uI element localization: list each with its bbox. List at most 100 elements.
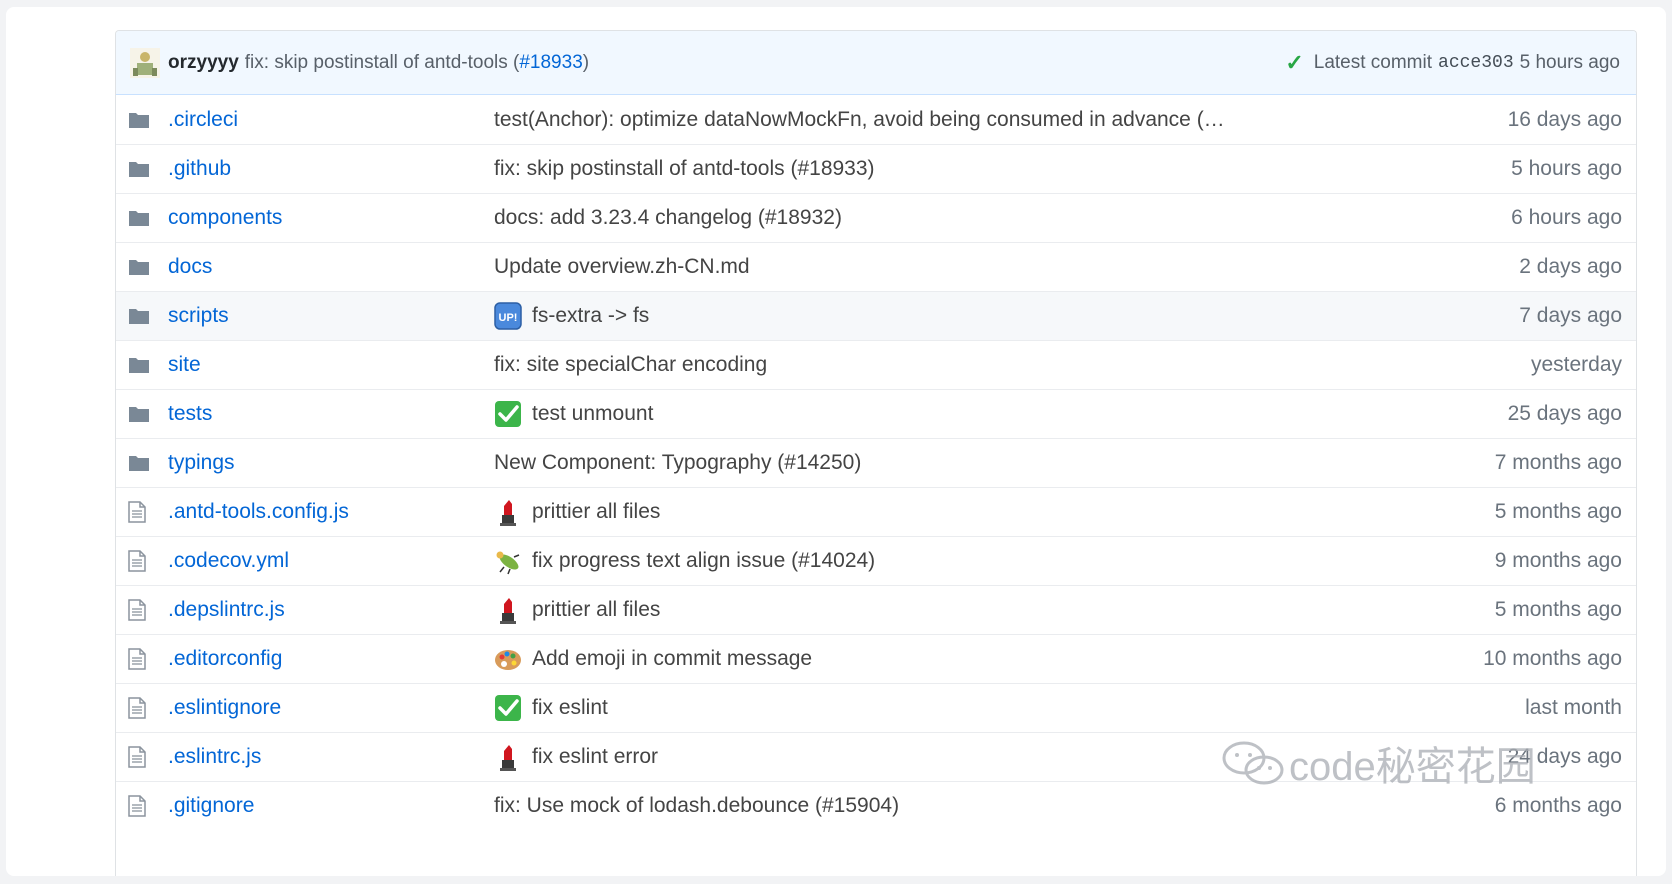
commit-message-text[interactable]: fix: Use mock of lodash.debounce (#15904… (494, 794, 899, 818)
commit-age: 5 hours ago (1511, 157, 1622, 180)
wechat-icon (1222, 741, 1284, 785)
file-name-link[interactable]: .gitignore (168, 794, 494, 818)
commit-age: 6 months ago (1494, 794, 1622, 817)
commit-message-text[interactable]: fix eslint error (532, 745, 658, 769)
commit-age: 5 months ago (1494, 500, 1622, 523)
file-name-link[interactable]: site (168, 353, 494, 377)
commit-message-link[interactable]: prittier all files (494, 596, 1362, 624)
commit-message-link[interactable]: test unmount (494, 400, 1362, 428)
commit-message-text[interactable]: docs: add 3.23.4 changelog (#18932) (494, 206, 842, 230)
author-avatar[interactable] (130, 47, 160, 78)
commit-message-text[interactable]: New Component: Typography (#14250) (494, 451, 861, 475)
commit-message[interactable]: fix: skip postinstall of antd-tools (#18… (245, 52, 589, 74)
file-icon (116, 550, 168, 572)
commit-age: last month (1525, 696, 1622, 719)
commit-message-text[interactable]: fix progress text align issue (#14024) (532, 549, 875, 573)
commit-message-link[interactable]: fix progress text align issue (#14024) (494, 547, 1362, 575)
commit-message-link[interactable]: test(Anchor): optimize dataNowMockFn, av… (494, 108, 1362, 132)
commit-message-text[interactable]: fix eslint (532, 696, 608, 720)
commit-message-text[interactable]: Update overview.zh-CN.md (494, 255, 750, 279)
folder-row[interactable]: scripts UP! fs-extra -> fs 7 days ago (116, 291, 1636, 340)
folder-icon (116, 111, 168, 129)
lipstick-emoji-icon (494, 743, 522, 771)
watermark-text: code秘密花园 (1289, 745, 1536, 789)
lipstick-emoji-icon (494, 498, 522, 526)
file-row[interactable]: .codecov.yml fix progress text align issu… (116, 536, 1636, 585)
commit-message-text[interactable]: fix: site specialChar encoding (494, 353, 767, 377)
file-row[interactable]: .depslintrc.js prittier all files 5 months… (116, 585, 1636, 634)
folder-row[interactable]: .circleci test(Anchor): optimize dataNowM… (116, 95, 1636, 144)
file-name-link[interactable]: .antd-tools.config.js (168, 500, 494, 524)
file-icon (116, 795, 168, 817)
commit-age: 7 days ago (1519, 304, 1622, 327)
folder-row[interactable]: .github fix: skip postinstall of antd-too… (116, 144, 1636, 193)
folder-icon (116, 209, 168, 227)
file-icon (116, 501, 168, 523)
commit-age: 6 hours ago (1511, 206, 1622, 229)
commit-author[interactable]: orzyyyy (168, 52, 239, 74)
commit-message-link[interactable]: New Component: Typography (#14250) (494, 451, 1362, 475)
file-icon (116, 697, 168, 719)
check-emoji-icon (494, 694, 522, 722)
folder-row[interactable]: typings New Component: Typography (#14250… (116, 438, 1636, 487)
commit-age: 5 hours ago (1519, 51, 1620, 73)
commit-age: 5 months ago (1494, 598, 1622, 621)
folder-row[interactable]: components docs: add 3.23.4 changelog (#1… (116, 193, 1636, 242)
commit-message-link[interactable]: fix: Use mock of lodash.debounce (#15904… (494, 794, 1362, 818)
file-name-link[interactable]: .editorconfig (168, 647, 494, 671)
palette-emoji-icon (494, 645, 522, 673)
file-name-link[interactable]: components (168, 206, 494, 230)
file-name-link[interactable]: typings (168, 451, 494, 475)
commit-message-text[interactable]: prittier all files (532, 500, 660, 524)
commit-message-link[interactable]: fix: site specialChar encoding (494, 353, 1362, 377)
file-name-link[interactable]: .circleci (168, 108, 494, 132)
commit-age: 7 months ago (1494, 451, 1622, 474)
folder-row[interactable]: site fix: site specialChar encoding yester… (116, 340, 1636, 389)
latest-commit-bar: orzyyyy fix: skip postinstall of antd-to… (116, 31, 1636, 95)
commit-message-link[interactable]: UP! fs-extra -> fs (494, 302, 1362, 330)
folder-icon (116, 307, 168, 325)
file-name-link[interactable]: docs (168, 255, 494, 279)
commit-age: yesterday (1530, 353, 1622, 376)
commit-message-text[interactable]: test unmount (532, 402, 653, 426)
file-name-link[interactable]: .codecov.yml (168, 549, 494, 573)
file-list: .circleci test(Anchor): optimize dataNowM… (116, 95, 1636, 830)
commit-message-end: ) (582, 51, 590, 73)
commit-pr-link[interactable]: #18933 (519, 52, 582, 73)
commit-message-link[interactable]: docs: add 3.23.4 changelog (#18932) (494, 206, 1362, 230)
commit-message-text[interactable]: prittier all files (532, 598, 660, 622)
commit-age: 2 days ago (1519, 255, 1622, 278)
commit-message-text[interactable]: fix: skip postinstall of antd-tools (#18… (494, 157, 875, 181)
commit-meta: ✓ Latest commit acce303 5 hours ago (1285, 50, 1620, 76)
file-name-link[interactable]: .eslintrc.js (168, 745, 494, 769)
commit-sha[interactable]: acce303 (1438, 53, 1514, 73)
commit-message-link[interactable]: fix eslint (494, 694, 1362, 722)
commit-message-text[interactable]: Add emoji in commit message (532, 647, 812, 671)
file-row[interactable]: .eslintignore fix eslint last month (116, 683, 1636, 732)
folder-row[interactable]: docs Update overview.zh-CN.md 2 days ago (116, 242, 1636, 291)
commit-message-link[interactable]: fix: skip postinstall of antd-tools (#18… (494, 157, 1362, 181)
file-row[interactable]: .antd-tools.config.js prittier all files 5… (116, 487, 1636, 536)
commit-message-text[interactable]: test(Anchor): optimize dataNowMockFn, av… (494, 108, 1225, 132)
commit-age: 9 months ago (1494, 549, 1622, 572)
file-name-link[interactable]: .github (168, 157, 494, 181)
svg-text:UP!: UP! (499, 312, 518, 324)
file-row[interactable]: .editorconfig Add emoji in commit message… (116, 634, 1636, 683)
check-icon[interactable]: ✓ (1285, 50, 1303, 76)
folder-icon (116, 356, 168, 374)
file-name-link[interactable]: tests (168, 402, 494, 426)
lipstick-emoji-icon (494, 596, 522, 624)
commit-message-link[interactable]: Add emoji in commit message (494, 645, 1362, 673)
commit-message-text[interactable]: fix: skip postinstall of antd-tools ( (245, 52, 520, 73)
latest-commit-label: Latest commit (1313, 51, 1433, 73)
commit-age: 10 months ago (1483, 647, 1622, 670)
file-name-link[interactable]: .eslintignore (168, 696, 494, 720)
commit-message-link[interactable]: Update overview.zh-CN.md (494, 255, 1362, 279)
commit-age: 25 days ago (1507, 402, 1622, 425)
file-name-link[interactable]: scripts (168, 304, 494, 328)
commit-message-link[interactable]: prittier all files (494, 498, 1362, 526)
commit-age: 16 days ago (1507, 107, 1622, 131)
commit-message-text[interactable]: fs-extra -> fs (532, 304, 649, 328)
file-name-link[interactable]: .depslintrc.js (168, 598, 494, 622)
folder-row[interactable]: tests test unmount 25 days ago (116, 389, 1636, 438)
